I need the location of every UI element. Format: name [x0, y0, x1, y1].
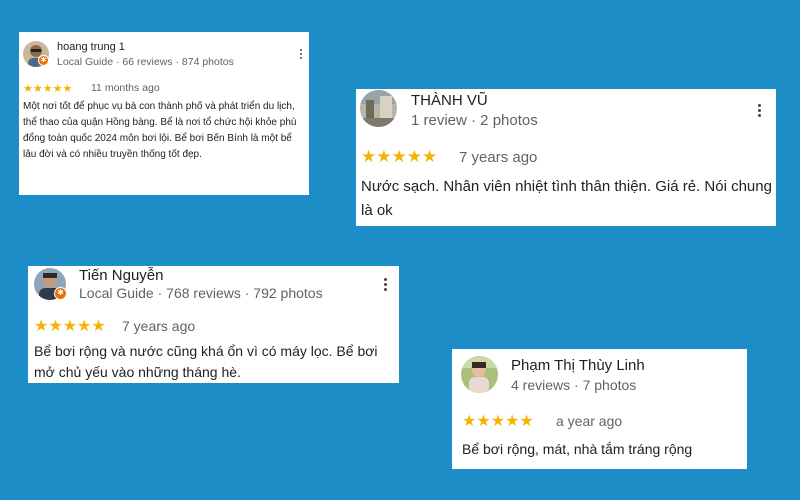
avatar[interactable] [360, 90, 397, 127]
review-time: 11 months ago [91, 82, 160, 94]
star-rating: ★★★★★ [23, 83, 73, 95]
review-time: a year ago [556, 413, 623, 429]
reviewer-name[interactable]: hoang trung 1 [57, 41, 125, 53]
reviewer-name[interactable]: THÀNH VŨ [411, 92, 488, 109]
review-card: ✱ Tiến Nguyễn Local Guide · 768 reviews … [28, 266, 399, 383]
more-vert-icon[interactable] [298, 49, 304, 61]
review-text: Bể bơi rộng, mát, nhà tắm tráng rộng [462, 441, 693, 457]
review-text: Nước sạch. Nhân viên nhiệt tình thân thi… [361, 178, 772, 219]
avatar[interactable] [461, 356, 498, 393]
reviewer-meta: 1 review · 2 photos [411, 112, 538, 129]
star-rating: ★★★★★ [361, 147, 438, 166]
reviewer-meta: Local Guide · 768 reviews · 792 photos [79, 285, 323, 301]
review-text: Một nơi tốt để phục vụ bà con thành phố … [23, 101, 297, 160]
local-guide-badge-icon: ✱ [38, 55, 49, 66]
review-time: 7 years ago [122, 318, 196, 334]
reviewer-meta: 4 reviews · 7 photos [511, 377, 637, 393]
review-card: THÀNH VŨ 1 review · 2 photos ★★★★★ 7 yea… [356, 89, 776, 226]
local-guide-badge-icon: ✱ [54, 287, 67, 300]
star-rating: ★★★★★ [462, 413, 534, 430]
review-card: ✱ hoang trung 1 Local Guide · 66 reviews… [19, 32, 309, 195]
review-card: Phạm Thị Thùy Linh 4 reviews · 7 photos … [452, 349, 747, 469]
reviewer-meta: Local Guide · 66 reviews · 874 photos [57, 56, 234, 68]
reviewer-name[interactable]: Phạm Thị Thùy Linh [511, 357, 645, 374]
more-vert-icon[interactable] [382, 278, 388, 293]
more-vert-icon[interactable] [756, 104, 762, 119]
review-time: 7 years ago [459, 149, 538, 166]
reviewer-name[interactable]: Tiến Nguyễn [79, 267, 164, 284]
review-text: Bể bơi rộng và nước cũng khá ổn vì có má… [34, 343, 378, 380]
star-rating: ★★★★★ [34, 318, 106, 335]
